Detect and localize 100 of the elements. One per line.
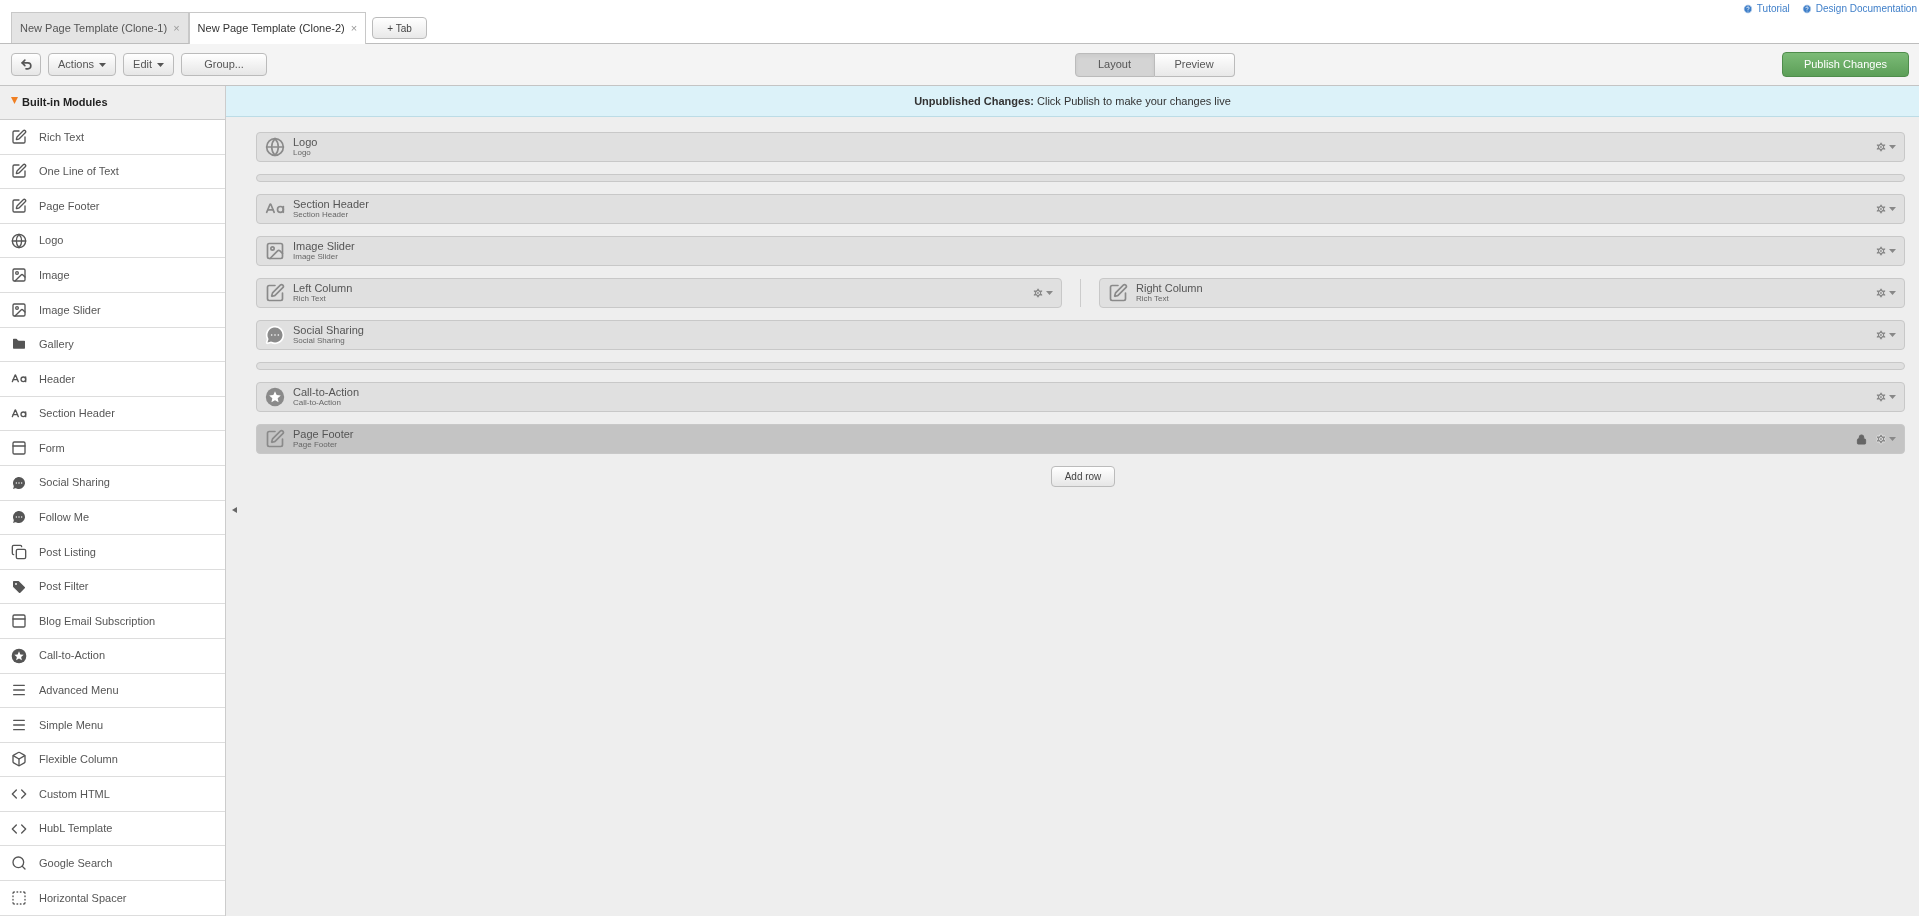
lock-icon — [1856, 433, 1867, 445]
caret-icon — [1889, 395, 1896, 399]
module-list-item[interactable]: Image Slider — [0, 292, 225, 328]
module-title: Left Column — [293, 283, 354, 294]
settings-icon — [1875, 141, 1887, 153]
module-list-item[interactable]: Logo — [0, 223, 225, 259]
back-button[interactable] — [11, 53, 41, 76]
module-list-item[interactable]: Form — [0, 431, 225, 466]
chat-bubble-icon — [265, 325, 285, 345]
settings-icon — [1875, 391, 1887, 403]
settings-menu-button[interactable] — [1875, 391, 1896, 403]
page-tab[interactable]: New Page Template (Clone-1) × — [11, 12, 189, 43]
help-icon — [1801, 3, 1812, 14]
view-toggle-tab[interactable]: Preview — [1154, 52, 1235, 77]
module-title: Logo — [293, 137, 319, 148]
edit-icon — [265, 283, 285, 303]
module-subtitle: Call-to-Action — [293, 399, 342, 407]
module-bar[interactable]: Section Header Section Header — [256, 194, 1905, 224]
edit-icon — [265, 429, 285, 449]
caret-icon — [1046, 291, 1053, 295]
caret-icon — [1889, 249, 1896, 253]
help-link[interactable]: Design Documentation — [1801, 1, 1917, 16]
module-list-item[interactable]: Page Footer — [0, 189, 225, 224]
sidebar-header[interactable]: Built-in Modules — [0, 86, 225, 120]
group-button[interactable]: Group... — [181, 53, 268, 76]
form-icon — [11, 440, 27, 457]
module-subtitle: Social Sharing — [293, 337, 346, 345]
module-subtitle: Image Slider — [293, 253, 339, 261]
caret-icon — [1889, 207, 1896, 211]
settings-icon — [1875, 329, 1887, 341]
module-list-item[interactable]: Post Filter — [0, 569, 225, 605]
module-bar[interactable]: Image Slider Image Slider — [256, 236, 1905, 266]
module-subtitle: Section Header — [293, 211, 350, 219]
settings-menu-button[interactable] — [1875, 433, 1896, 445]
module-list-item[interactable]: Simple Menu — [0, 708, 225, 743]
settings-menu-button[interactable] — [1875, 245, 1896, 257]
module-bar[interactable]: Right Column Rich Text — [1099, 278, 1905, 308]
collapse-sidebar-icon[interactable] — [232, 507, 237, 513]
edit-icon — [11, 198, 27, 214]
dropdown-menu-button[interactable]: Actions — [48, 53, 117, 76]
view-toggle-tab[interactable]: Layout — [1074, 52, 1155, 77]
caret-icon — [1889, 333, 1896, 337]
settings-icon — [1875, 203, 1887, 215]
add-row-button[interactable]: Add row — [1051, 466, 1115, 487]
module-list-item[interactable]: Post Listing — [0, 535, 225, 570]
settings-icon — [1032, 287, 1044, 299]
module-bar[interactable]: Social Sharing Social Sharing — [256, 320, 1905, 350]
caret-icon — [1889, 291, 1896, 295]
module-bar[interactable]: Call-to-Action Call-to-Action — [256, 382, 1905, 412]
tab-label: New Page Template (Clone-1) — [20, 20, 168, 36]
banner-message: Unpublished Changes: Click Publish to make your changes live — [914, 93, 1231, 109]
settings-menu-button[interactable] — [1875, 203, 1896, 215]
settings-menu-button[interactable] — [1032, 287, 1053, 299]
add-tab-button[interactable]: + Tab — [372, 17, 427, 39]
module-title: Image Slider — [293, 241, 356, 252]
help-link[interactable]: Tutorial — [1742, 1, 1790, 16]
edit-icon — [1108, 283, 1128, 303]
module-title: Call-to-Action — [293, 387, 361, 398]
image-icon — [265, 241, 285, 261]
module-list-item[interactable]: Section Header — [0, 396, 225, 432]
module-list-item[interactable]: Blog Email Subscription — [0, 604, 225, 639]
module-list-item[interactable]: Call-to-Action — [0, 638, 225, 674]
caret-icon — [1889, 145, 1896, 149]
pages-icon — [11, 543, 27, 560]
module-list-item[interactable]: Follow Me — [0, 500, 225, 536]
module-list-item[interactable]: Flexible Column — [0, 742, 225, 778]
module-list-item[interactable]: Header — [0, 362, 225, 397]
module-list-item[interactable]: Horizontal Spacer — [0, 881, 225, 916]
module-bar[interactable]: Page Footer Page Footer — [256, 424, 1905, 454]
caret-icon — [1889, 437, 1896, 441]
dashed-square-icon — [11, 889, 27, 906]
module-subtitle: Logo — [293, 149, 312, 157]
module-list-item[interactable]: Custom HTML — [0, 777, 225, 812]
help-icon — [1742, 3, 1753, 14]
expand-triangle-icon — [11, 97, 18, 104]
module-list-item[interactable]: Rich Text — [0, 120, 225, 155]
settings-icon — [1875, 433, 1887, 445]
module-title: Right Column — [1136, 283, 1204, 294]
module-list-item[interactable]: One Line of Text — [0, 154, 225, 190]
dropdown-menu-button[interactable]: Edit — [123, 53, 175, 76]
module-list-item[interactable]: Image — [0, 258, 225, 293]
module-list-item[interactable]: Social Sharing — [0, 465, 225, 501]
module-subtitle: Page Footer — [293, 441, 339, 449]
settings-menu-button[interactable] — [1875, 287, 1896, 299]
module-bar[interactable]: Logo Logo — [256, 132, 1905, 162]
settings-icon — [1875, 245, 1887, 257]
box-icon — [11, 751, 27, 768]
image-icon — [11, 301, 27, 318]
module-bar[interactable]: Left Column Rich Text — [256, 278, 1062, 308]
page-tab[interactable]: New Page Template (Clone-2) × — [188, 12, 367, 44]
form-icon — [11, 613, 27, 630]
tag-icon — [11, 578, 27, 595]
settings-menu-button[interactable] — [1875, 141, 1896, 153]
module-list-item[interactable]: Google Search — [0, 846, 225, 882]
module-subtitle: Rich Text — [1136, 295, 1170, 303]
tab-label: New Page Template (Clone-2) — [197, 21, 345, 37]
module-list-item[interactable]: Gallery — [0, 327, 225, 363]
module-list-item[interactable]: Advanced Menu — [0, 673, 225, 709]
settings-menu-button[interactable] — [1875, 329, 1896, 341]
module-list-item[interactable]: HubL Template — [0, 811, 225, 847]
